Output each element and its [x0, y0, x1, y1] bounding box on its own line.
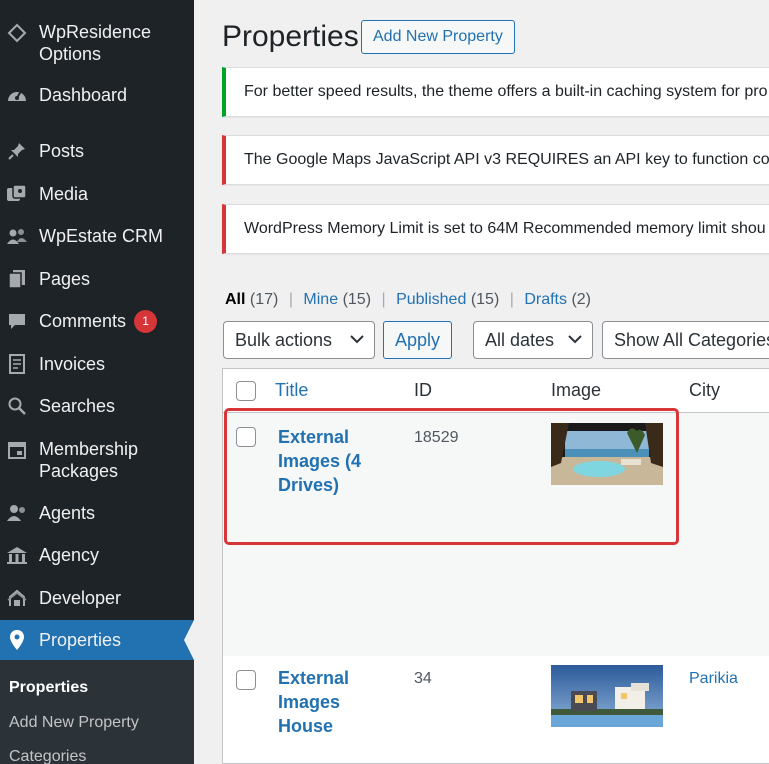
date-filter-select[interactable]: All dates — [473, 321, 593, 359]
apply-button[interactable]: Apply — [383, 321, 452, 359]
sidebar-item-label: Dashboard — [39, 85, 128, 105]
submenu-item-categories[interactable]: Categories — [9, 748, 86, 764]
highlight-annotation-box — [224, 408, 679, 545]
pushpin-icon — [6, 140, 28, 162]
search-icon — [6, 395, 28, 417]
row-id: 34 — [414, 670, 432, 687]
property-thumbnail[interactable] — [551, 665, 663, 727]
sidebar-item-searches[interactable]: Searches — [0, 395, 194, 419]
sidebar-item-label: Posts — [39, 141, 85, 161]
filter-separator: | — [509, 291, 514, 308]
sidebar-item-pages[interactable]: Pages — [0, 268, 194, 292]
dashboard-gauge-icon — [6, 84, 28, 106]
building-icon — [6, 544, 28, 566]
filter-all[interactable]: All — [225, 291, 245, 308]
filter-drafts[interactable]: Drafts — [524, 291, 567, 308]
location-pin-icon — [6, 629, 28, 651]
filter-mine-count: (15) — [342, 291, 372, 308]
comment-icon — [6, 310, 28, 332]
media-icon — [6, 183, 28, 205]
filter-separator: | — [381, 291, 386, 308]
row-city-link[interactable]: Parikia — [689, 670, 738, 688]
select-all-checkbox[interactable] — [236, 381, 256, 401]
sidebar-item-agency[interactable]: Agency — [0, 544, 194, 568]
sidebar-item-developer[interactable]: Developer — [0, 587, 194, 611]
developer-icon — [6, 587, 28, 609]
chevron-down-icon — [568, 322, 582, 358]
filter-separator: | — [288, 291, 293, 308]
filter-drafts-count: (2) — [571, 291, 592, 308]
comment-count-badge: 1 — [134, 310, 158, 333]
sidebar-item-label: Searches — [39, 396, 116, 416]
sidebar-item-comments[interactable]: Comments 1 — [0, 310, 194, 334]
column-header-id: ID — [414, 380, 432, 400]
users-icon — [6, 502, 28, 524]
table-header: Title ID Image City — [223, 369, 769, 413]
sidebar-item-label: Media — [39, 184, 89, 204]
category-filter-select[interactable]: Show All Categories — [602, 321, 769, 359]
filter-published-count: (15) — [470, 291, 500, 308]
sidebar-item-properties[interactable]: Properties — [0, 620, 194, 660]
sidebar-item-label: Agency — [39, 545, 100, 565]
admin-sidebar: WpResidence Options Dashboard Posts Medi… — [0, 0, 194, 764]
sidebar-item-media[interactable]: Media — [0, 183, 194, 207]
column-header-city: City — [689, 380, 720, 400]
date-filter-value: All dates — [485, 330, 555, 350]
diamond-icon — [6, 22, 28, 44]
filter-mine[interactable]: Mine — [303, 291, 338, 308]
page-title: Properties — [222, 20, 359, 53]
caching-notice: For better speed results, the theme offe… — [222, 67, 769, 117]
memory-limit-notice: WordPress Memory Limit is set to 64M Rec… — [222, 204, 769, 254]
pages-icon — [6, 268, 28, 290]
active-menu-arrow — [184, 620, 194, 660]
bulk-actions-value: Bulk actions — [235, 330, 333, 350]
sidebar-item-wpresidence-options[interactable]: WpResidence Options — [0, 19, 194, 67]
sidebar-item-label: Invoices — [39, 354, 106, 374]
filter-all-count: (17) — [249, 291, 279, 308]
table-row: External Images House 34 Parikia — [223, 656, 769, 763]
sidebar-item-posts[interactable]: Posts — [0, 140, 194, 164]
properties-submenu: Properties Add New Property Categories — [0, 660, 194, 764]
submenu-item-add-new-property[interactable]: Add New Property — [9, 714, 139, 732]
sidebar-item-label: WpResidence Options — [39, 22, 152, 64]
add-new-property-button[interactable]: Add New Property — [361, 20, 515, 54]
submenu-item-properties[interactable]: Properties — [9, 679, 88, 697]
sidebar-item-label-wrap: Comments 1 — [39, 310, 158, 333]
sidebar-item-label: Properties — [39, 630, 122, 650]
sidebar-item-label: WpEstate CRM — [39, 226, 164, 246]
sidebar-item-invoices[interactable]: Invoices — [0, 353, 194, 377]
sidebar-item-agents[interactable]: Agents — [0, 502, 194, 526]
sidebar-item-label: Membership Packages — [39, 439, 139, 481]
sidebar-item-label: Comments — [39, 311, 127, 331]
chevron-down-icon — [350, 322, 364, 358]
row-checkbox[interactable] — [236, 670, 256, 690]
category-filter-value: Show All Categories — [614, 330, 769, 350]
sidebar-item-dashboard[interactable]: Dashboard — [0, 84, 194, 108]
column-header-title[interactable]: Title — [275, 380, 308, 401]
status-filter-links: All (17) | Mine (15) | Published (15) | … — [225, 291, 591, 309]
sidebar-item-membership-packages[interactable]: Membership Packages — [0, 437, 194, 485]
row-title-link[interactable]: External Images House — [278, 666, 378, 738]
sidebar-item-wpestate-crm[interactable]: WpEstate CRM — [0, 225, 194, 249]
sidebar-item-label: Pages — [39, 269, 91, 289]
sidebar-item-label: Agents — [39, 503, 96, 523]
groups-icon — [6, 225, 28, 247]
sidebar-item-label: Developer — [39, 588, 122, 608]
google-maps-api-notice: The Google Maps JavaScript API v3 REQUIR… — [222, 135, 769, 185]
filter-published[interactable]: Published — [396, 291, 466, 308]
column-header-image: Image — [551, 380, 602, 400]
bulk-actions-select[interactable]: Bulk actions — [223, 321, 375, 359]
calendar-icon — [6, 439, 28, 461]
document-icon — [6, 353, 28, 375]
